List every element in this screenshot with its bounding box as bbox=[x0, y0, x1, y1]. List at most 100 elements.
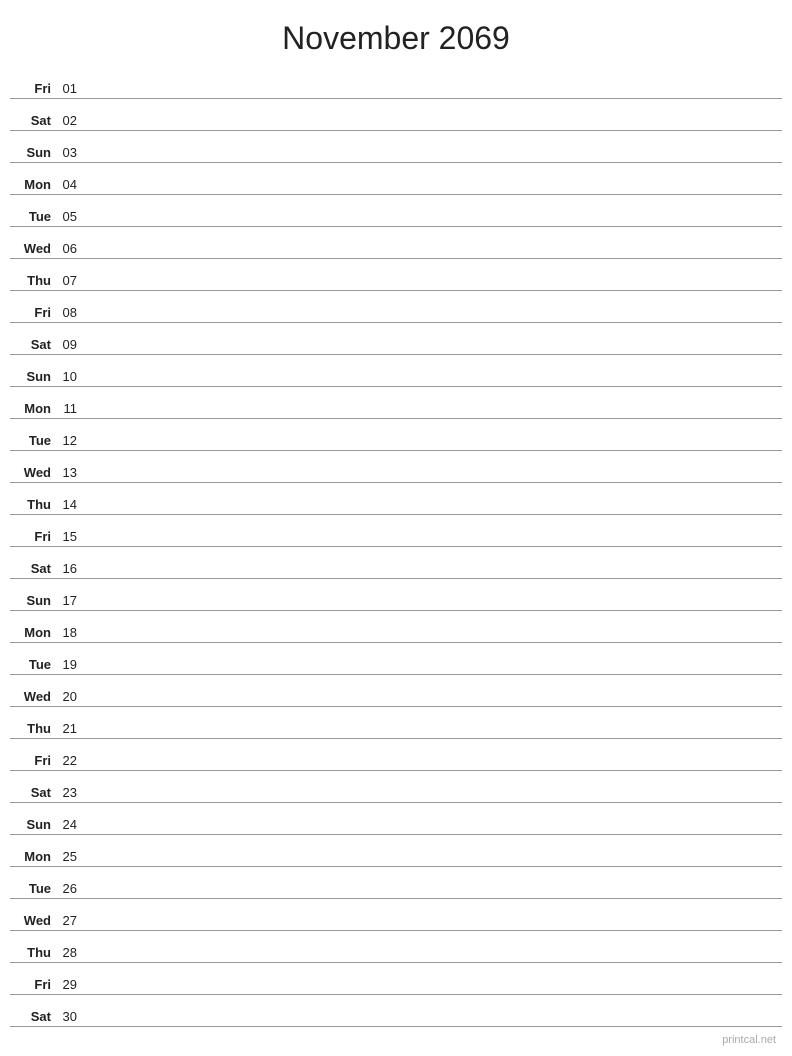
day-number: 27 bbox=[55, 913, 85, 928]
day-name: Mon bbox=[10, 625, 55, 640]
day-number: 15 bbox=[55, 529, 85, 544]
day-name: Sat bbox=[10, 785, 55, 800]
day-number: 21 bbox=[55, 721, 85, 736]
day-name: Sat bbox=[10, 337, 55, 352]
day-row: Wed06 bbox=[10, 227, 782, 259]
day-number: 09 bbox=[55, 337, 85, 352]
calendar-grid: Fri01Sat02Sun03Mon04Tue05Wed06Thu07Fri08… bbox=[0, 67, 792, 1027]
day-row: Thu28 bbox=[10, 931, 782, 963]
day-number: 11 bbox=[55, 401, 85, 416]
day-line bbox=[85, 287, 782, 288]
day-row: Mon04 bbox=[10, 163, 782, 195]
day-number: 19 bbox=[55, 657, 85, 672]
day-line bbox=[85, 351, 782, 352]
day-number: 08 bbox=[55, 305, 85, 320]
day-line bbox=[85, 447, 782, 448]
day-name: Fri bbox=[10, 305, 55, 320]
day-number: 23 bbox=[55, 785, 85, 800]
day-number: 26 bbox=[55, 881, 85, 896]
day-name: Tue bbox=[10, 657, 55, 672]
day-name: Sun bbox=[10, 145, 55, 160]
day-row: Sat02 bbox=[10, 99, 782, 131]
day-line bbox=[85, 927, 782, 928]
day-line bbox=[85, 735, 782, 736]
day-line bbox=[85, 191, 782, 192]
day-name: Mon bbox=[10, 401, 55, 416]
day-name: Sat bbox=[10, 113, 55, 128]
day-number: 28 bbox=[55, 945, 85, 960]
day-row: Sun17 bbox=[10, 579, 782, 611]
day-number: 10 bbox=[55, 369, 85, 384]
day-line bbox=[85, 959, 782, 960]
day-row: Wed13 bbox=[10, 451, 782, 483]
day-number: 07 bbox=[55, 273, 85, 288]
day-line bbox=[85, 703, 782, 704]
page-title: November 2069 bbox=[0, 0, 792, 67]
day-row: Sun10 bbox=[10, 355, 782, 387]
day-name: Sun bbox=[10, 369, 55, 384]
day-name: Thu bbox=[10, 721, 55, 736]
day-number: 30 bbox=[55, 1009, 85, 1024]
day-row: Tue19 bbox=[10, 643, 782, 675]
day-line bbox=[85, 159, 782, 160]
day-name: Sat bbox=[10, 1009, 55, 1024]
day-name: Fri bbox=[10, 977, 55, 992]
day-number: 01 bbox=[55, 81, 85, 96]
day-line bbox=[85, 127, 782, 128]
day-line bbox=[85, 255, 782, 256]
day-row: Fri22 bbox=[10, 739, 782, 771]
day-name: Fri bbox=[10, 529, 55, 544]
day-row: Thu14 bbox=[10, 483, 782, 515]
day-name: Thu bbox=[10, 945, 55, 960]
day-number: 24 bbox=[55, 817, 85, 832]
day-row: Sun03 bbox=[10, 131, 782, 163]
day-line bbox=[85, 223, 782, 224]
day-line bbox=[85, 991, 782, 992]
day-row: Sun24 bbox=[10, 803, 782, 835]
day-name: Sat bbox=[10, 561, 55, 576]
day-line bbox=[85, 319, 782, 320]
day-line bbox=[85, 543, 782, 544]
day-number: 17 bbox=[55, 593, 85, 608]
day-line bbox=[85, 511, 782, 512]
day-name: Thu bbox=[10, 497, 55, 512]
day-name: Fri bbox=[10, 81, 55, 96]
day-line bbox=[85, 479, 782, 480]
day-number: 06 bbox=[55, 241, 85, 256]
day-name: Thu bbox=[10, 273, 55, 288]
day-line bbox=[85, 639, 782, 640]
day-name: Wed bbox=[10, 689, 55, 704]
day-number: 29 bbox=[55, 977, 85, 992]
day-name: Wed bbox=[10, 913, 55, 928]
day-row: Thu07 bbox=[10, 259, 782, 291]
day-number: 05 bbox=[55, 209, 85, 224]
day-row: Mon18 bbox=[10, 611, 782, 643]
day-line bbox=[85, 607, 782, 608]
day-name: Mon bbox=[10, 849, 55, 864]
day-row: Thu21 bbox=[10, 707, 782, 739]
day-row: Wed20 bbox=[10, 675, 782, 707]
day-name: Wed bbox=[10, 241, 55, 256]
day-name: Tue bbox=[10, 881, 55, 896]
day-number: 16 bbox=[55, 561, 85, 576]
day-line bbox=[85, 95, 782, 96]
day-name: Mon bbox=[10, 177, 55, 192]
day-name: Sun bbox=[10, 593, 55, 608]
day-number: 12 bbox=[55, 433, 85, 448]
day-row: Mon25 bbox=[10, 835, 782, 867]
day-line bbox=[85, 415, 782, 416]
day-row: Tue26 bbox=[10, 867, 782, 899]
day-row: Fri01 bbox=[10, 67, 782, 99]
day-row: Fri29 bbox=[10, 963, 782, 995]
day-name: Sun bbox=[10, 817, 55, 832]
day-row: Mon11 bbox=[10, 387, 782, 419]
watermark: printcal.net bbox=[722, 1034, 776, 1046]
day-number: 02 bbox=[55, 113, 85, 128]
day-name: Tue bbox=[10, 209, 55, 224]
day-line bbox=[85, 1023, 782, 1024]
day-row: Tue12 bbox=[10, 419, 782, 451]
day-number: 04 bbox=[55, 177, 85, 192]
day-line bbox=[85, 799, 782, 800]
day-name: Tue bbox=[10, 433, 55, 448]
day-number: 14 bbox=[55, 497, 85, 512]
